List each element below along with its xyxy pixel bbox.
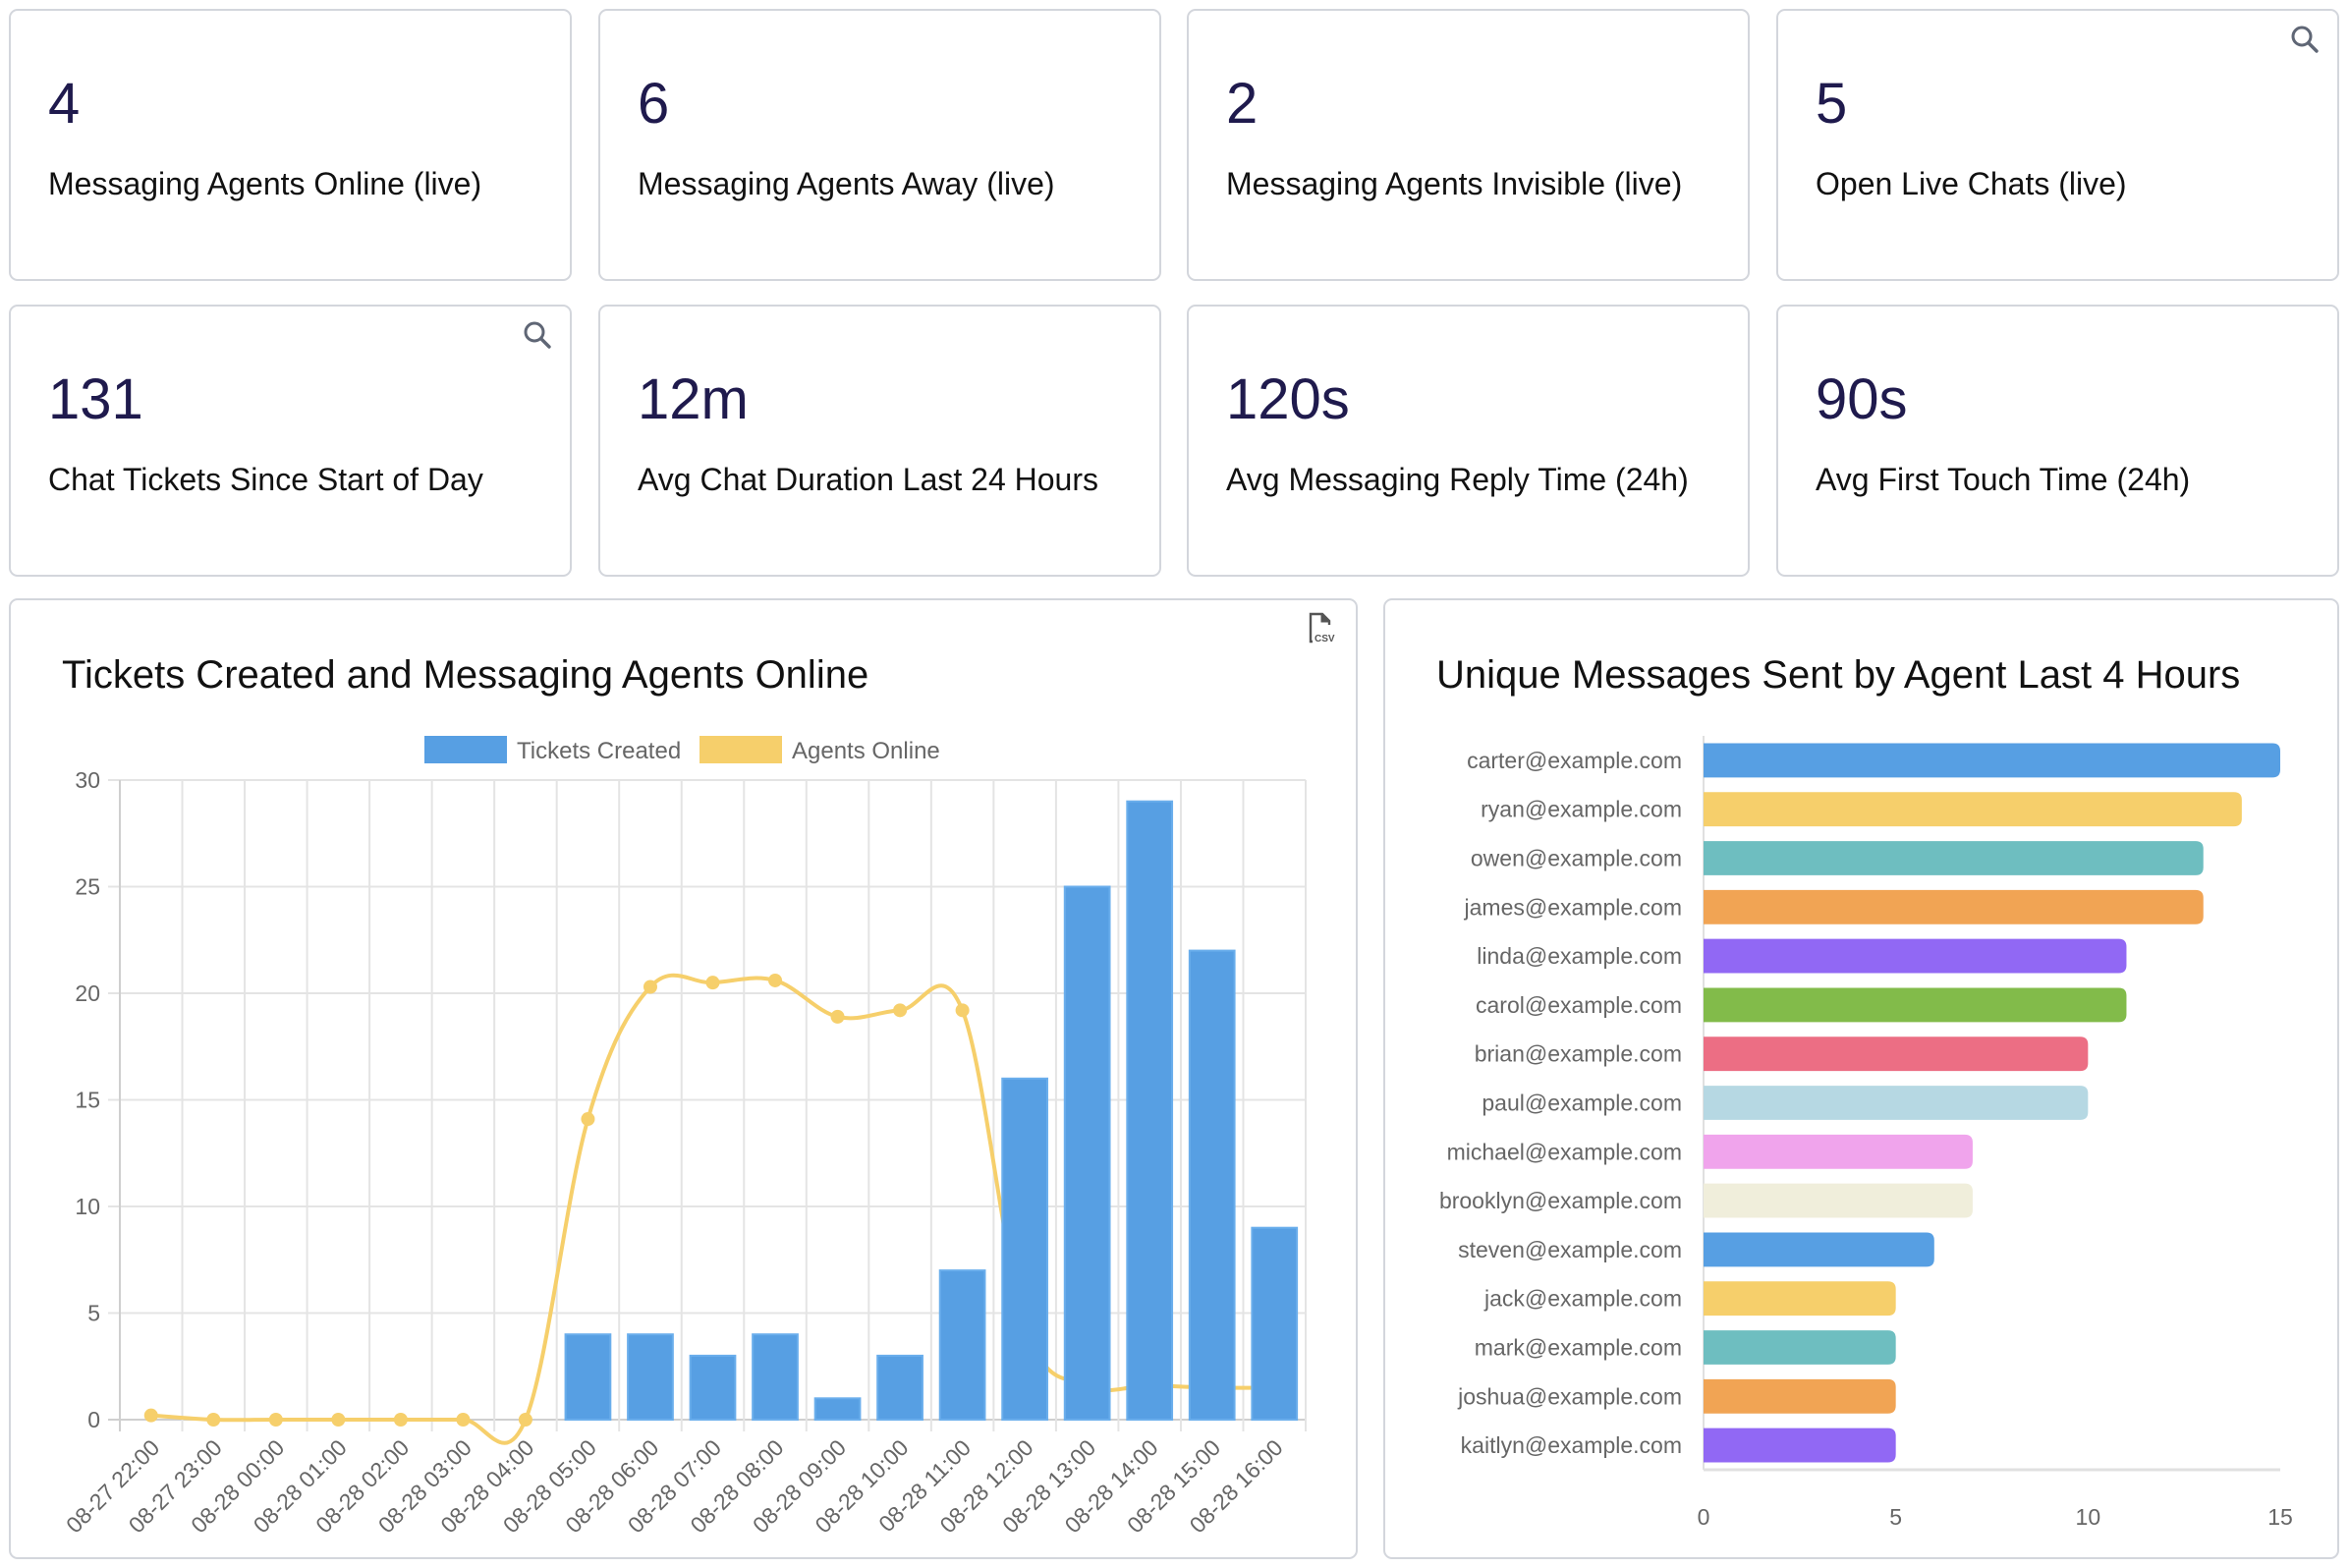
tickets-bar [1126,800,1174,1421]
y-tick-label: 10 [75,1194,100,1219]
tickets-bar [752,1333,799,1421]
y-tick-label: 0 [87,1407,100,1432]
y-tick-label: 30 [75,767,100,793]
tickets-bar [1188,949,1236,1421]
y-tick-label: 5 [87,1301,100,1326]
agents-online-point [393,1413,408,1427]
agent-messages-panel: Unique Messages Sent by Agent Last 4 Hou… [1383,598,2339,1559]
tickets-bar [876,1354,923,1422]
agents-online-point [893,1003,908,1018]
agents-online-point [143,1408,158,1423]
agents-online-point [705,976,720,990]
tickets-bar [938,1269,986,1421]
legend-label-agents: Agents Online [792,738,940,764]
chart-legend: Tickets Created Agents Online [424,736,940,764]
agents-online-point [331,1413,346,1427]
agents-online-point [206,1413,221,1427]
agents-online-point [456,1413,471,1427]
tickets-bar [1001,1077,1049,1422]
tickets-bar [1251,1226,1299,1421]
tickets-bar [564,1333,612,1421]
agents-online-point [268,1413,283,1427]
agents-online-point [830,1009,845,1024]
legend-label-tickets: Tickets Created [517,738,681,764]
agents-online-point [581,1112,595,1127]
y-tick-label: 20 [75,980,100,1006]
agents-panel-title: Unique Messages Sent by Agent Last 4 Hou… [1436,653,2241,697]
tickets-bar [1063,885,1111,1421]
tickets-bar [689,1354,737,1422]
agents-online-point [768,973,783,987]
tickets-bar [813,1397,862,1422]
legend-swatch-agents [699,736,782,763]
agents-online-point [518,1413,532,1427]
agents-online-point [643,980,657,994]
tickets-bar [627,1333,674,1421]
legend-swatch-tickets [424,736,507,763]
y-tick-label: 25 [75,874,100,900]
agents-online-point [955,1003,970,1018]
y-tick-label: 15 [75,1088,100,1113]
